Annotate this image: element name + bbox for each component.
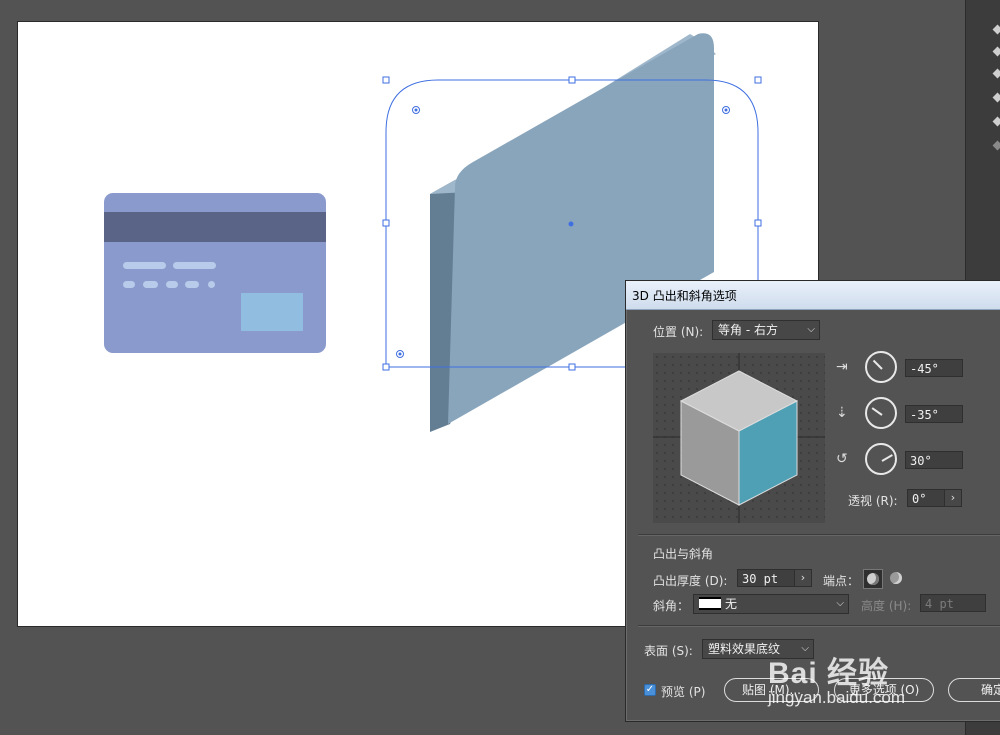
panel-arrow-icon[interactable] <box>992 68 1000 79</box>
cap-on-icon <box>867 573 879 585</box>
perspective-stepper-button[interactable]: › <box>944 489 962 507</box>
center-point <box>568 221 574 227</box>
extrude-bevel-section-title: 凸出与斜角 <box>653 547 714 561</box>
rotate-x-axis-icon: ⇥ <box>836 359 848 375</box>
rotate-z-axis-icon: ↺ <box>836 451 848 467</box>
chevron-right-icon: › <box>950 491 956 504</box>
watermark-url: jingyan.baidu.com <box>768 688 906 707</box>
height-field[interactable]: 4 pt <box>920 594 986 612</box>
rotation-z-field[interactable]: 30° <box>905 451 963 469</box>
rotation-z-dial[interactable] <box>865 443 897 475</box>
chevron-down-icon: ⌵ <box>836 598 844 609</box>
dialog-title: 3D 凸出和斜角选项 <box>632 289 737 303</box>
extrude-depth-field[interactable]: 30 pt <box>737 569 795 587</box>
rotation-y-field[interactable]: -35° <box>905 405 963 423</box>
panel-arrow-icon[interactable] <box>992 24 1000 35</box>
rotation-y-dial[interactable] <box>865 397 897 429</box>
cap-off-button[interactable] <box>887 569 907 589</box>
bevel-none-swatch <box>699 597 721 610</box>
position-dropdown[interactable]: 等角 - 右方 ⌵ <box>712 320 820 340</box>
dialog-titlebar[interactable]: 3D 凸出和斜角选项 <box>626 281 1000 310</box>
surface-label: 表面 (S): <box>644 644 693 658</box>
preview-label: 预览 (P) <box>661 685 706 699</box>
panel-arrow-icon[interactable] <box>992 46 1000 57</box>
rotation-x-dial[interactable] <box>865 351 897 383</box>
cap-off-icon <box>890 572 902 584</box>
extrude-depth-label: 凸出厚度 (D): <box>653 574 728 588</box>
preview-checkbox[interactable]: ✓ <box>644 684 656 696</box>
cap-label: 端点： <box>823 574 860 588</box>
watermark-logo: Bai 经验 <box>768 657 890 690</box>
bevel-label: 斜角： <box>653 599 690 613</box>
perspective-field[interactable]: 0° <box>907 489 945 507</box>
panel-arrow-icon[interactable] <box>992 116 1000 127</box>
bevel-dropdown[interactable]: 无 ⌵ <box>693 594 849 614</box>
ok-button[interactable]: 确定 <box>948 678 1000 702</box>
height-label: 高度 (H): <box>861 599 912 613</box>
position-label: 位置 (N): <box>653 325 704 339</box>
panel-arrow-icon[interactable] <box>992 92 1000 103</box>
rotation-track-cube-area[interactable] <box>653 353 825 523</box>
rotation-x-field[interactable]: -45° <box>905 359 963 377</box>
chevron-right-icon: › <box>800 571 806 584</box>
rotate-y-axis-icon: ⇣ <box>836 405 848 421</box>
perspective-label: 透视 (R): <box>848 494 898 508</box>
extrude-depth-stepper-button[interactable]: › <box>794 569 812 587</box>
section-divider <box>638 625 1000 627</box>
section-divider <box>638 534 1000 536</box>
chevron-down-icon: ⌵ <box>807 324 815 335</box>
panel-arrow-icon[interactable] <box>992 140 1000 151</box>
cap-on-button[interactable] <box>863 569 883 589</box>
